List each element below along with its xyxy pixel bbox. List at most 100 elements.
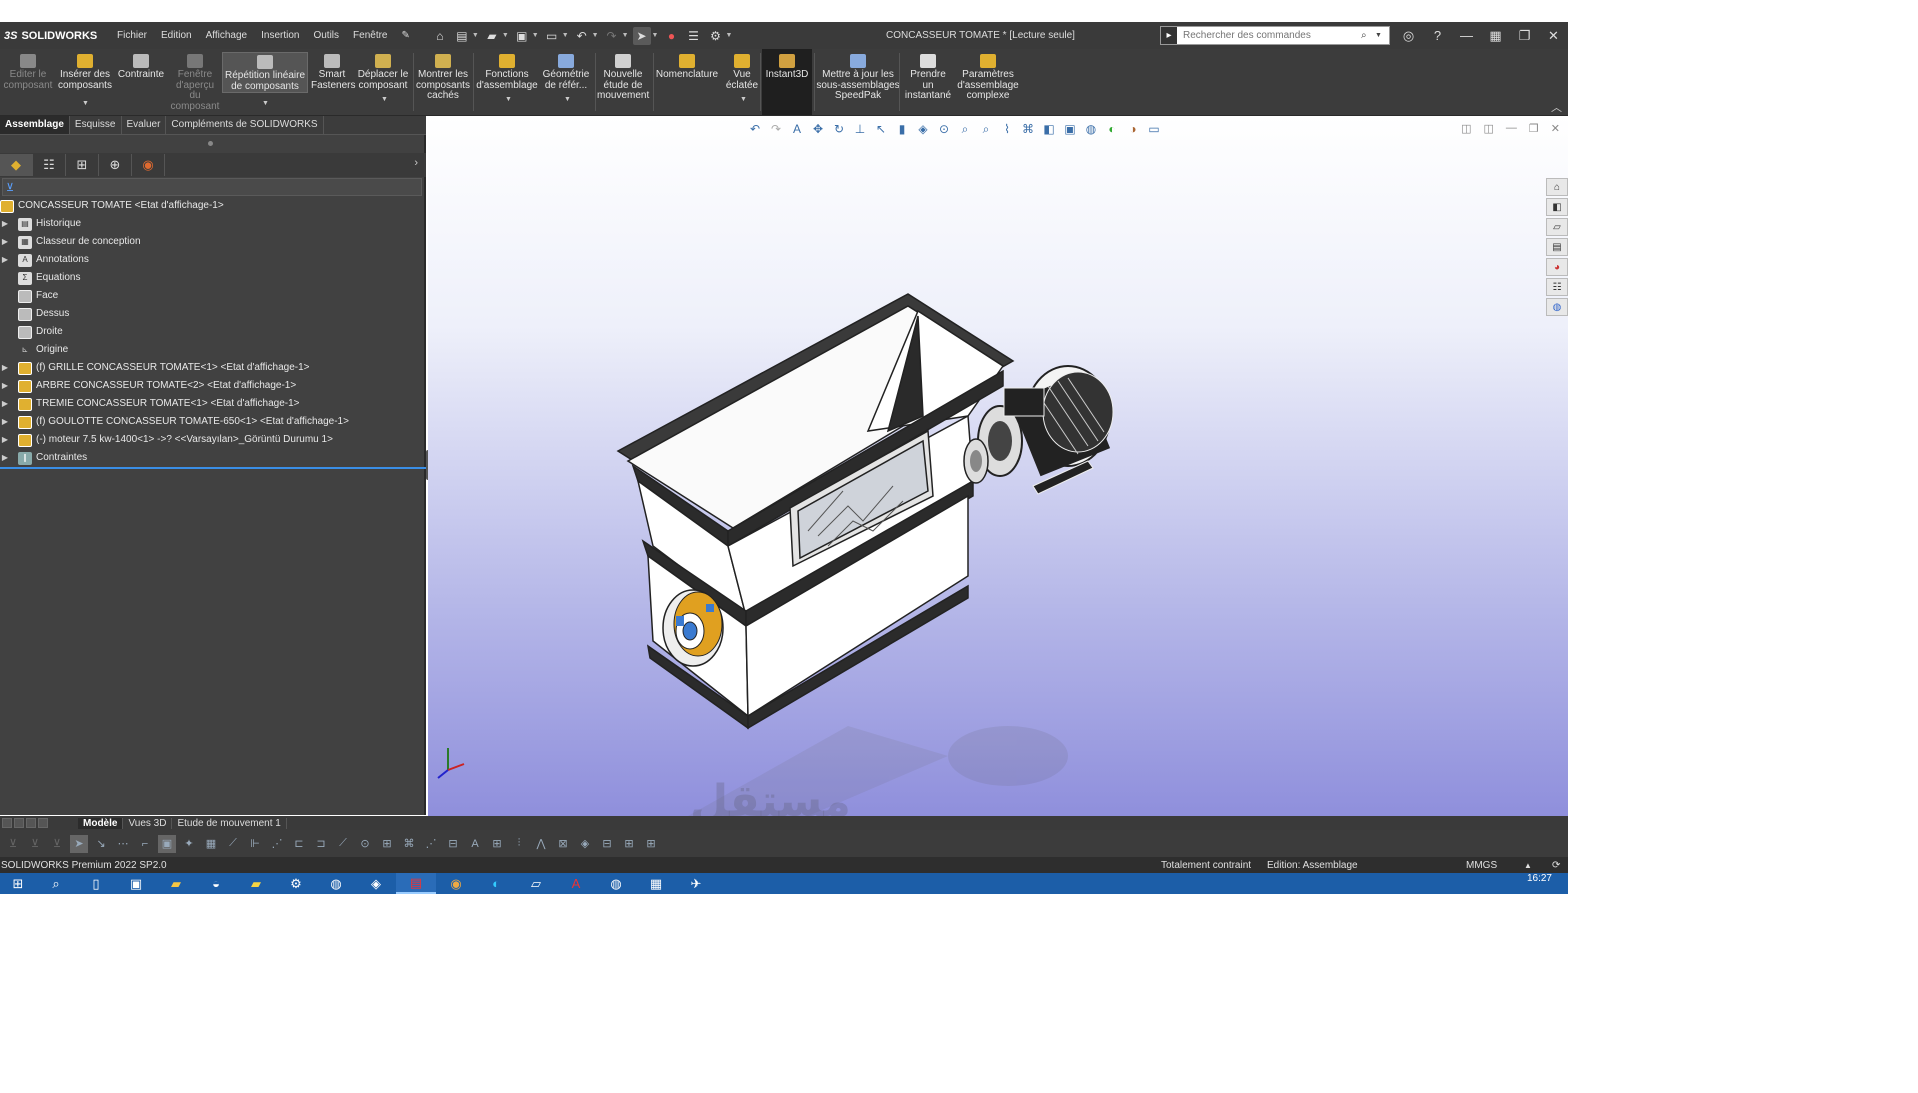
ribbon-button-5[interactable]: Répétition linéaire de composants: [222, 52, 308, 93]
gear-icon[interactable]: ⚙: [706, 27, 724, 45]
redo-icon[interactable]: ↷: [603, 27, 621, 45]
property-manager-tab-icon[interactable]: ☷: [33, 154, 66, 176]
chevron-down-icon[interactable]: ▼: [262, 100, 269, 107]
ribbon-button-10[interactable]: Géométrie de référ...: [540, 52, 592, 91]
next-tab-icon[interactable]: [26, 818, 36, 828]
ribbon-button-8[interactable]: Montrer les composants cachés: [413, 52, 473, 102]
chevron-down-icon[interactable]: ▼: [472, 32, 479, 39]
app-icon[interactable]: ✈: [676, 873, 716, 894]
chevron-down-icon[interactable]: ▼: [532, 32, 539, 39]
tree-item[interactable]: Face: [0, 287, 426, 305]
selection-tool-icon[interactable]: ▣: [158, 834, 176, 853]
selection-tool-icon[interactable]: ⟋: [334, 835, 352, 853]
selection-tool-icon[interactable]: ⫶: [510, 835, 528, 853]
rebuild-status-icon[interactable]: ⟳: [1552, 860, 1560, 871]
home-icon[interactable]: ⌂: [431, 27, 449, 45]
selection-tool-icon[interactable]: ⊏: [290, 835, 308, 853]
expand-arrow-icon[interactable]: ▶: [0, 431, 10, 449]
save-icon[interactable]: ▣: [513, 27, 531, 45]
task-view-icon[interactable]: ▯: [76, 873, 116, 894]
minimize-icon[interactable]: —: [1452, 28, 1481, 43]
tree-root[interactable]: CONCASSEUR TOMATE <Etat d'affichage-1>: [0, 197, 426, 215]
taskbar-clock[interactable]: 16:27: [1527, 874, 1552, 884]
chrome-icon[interactable]: ◉: [436, 873, 476, 894]
tree-item[interactable]: ▶ ▦ Classeur de conception: [0, 233, 426, 251]
ribbon-button-7[interactable]: Déplacer le composant: [356, 52, 410, 91]
tree-item[interactable]: ▶ ARBRE CONCASSEUR TOMATE<2> <Etat d'affi…: [0, 377, 426, 395]
tree-rollback-bar[interactable]: [0, 467, 426, 469]
selection-tool-icon[interactable]: ⊙: [356, 835, 374, 853]
menu-item[interactable]: Fenêtre: [346, 22, 394, 49]
search-icon[interactable]: ⌕: [36, 873, 76, 894]
selection-tool-icon[interactable]: ⊻: [4, 835, 22, 853]
selection-tool-icon[interactable]: A: [466, 835, 484, 853]
ribbon-button-3[interactable]: Contrainte: [115, 52, 167, 81]
status-units[interactable]: MMGS: [1466, 860, 1497, 871]
undo-icon[interactable]: ↶: [573, 27, 591, 45]
sticky-notes-icon[interactable]: ▰: [236, 873, 276, 894]
chevron-down-icon[interactable]: ▼: [592, 32, 599, 39]
panel-grip[interactable]: [208, 141, 213, 146]
dimxpert-tab-icon[interactable]: ⊕: [99, 154, 132, 176]
restore-icon[interactable]: ❐: [1510, 28, 1539, 44]
command-search[interactable]: ▸ ⌕ ▼: [1160, 26, 1390, 45]
selection-tool-icon[interactable]: ⊟: [598, 835, 616, 853]
selection-tool-icon[interactable]: ⋰: [268, 835, 286, 853]
app-icon[interactable]: ◍: [596, 873, 636, 894]
selection-tool-icon[interactable]: ⊩: [246, 835, 264, 853]
menu-item[interactable]: Fichier: [110, 22, 154, 49]
selection-tool-icon[interactable]: ⊠: [554, 835, 572, 853]
expand-arrow-icon[interactable]: ▶: [0, 413, 10, 431]
pin-icon[interactable]: ✎: [395, 22, 417, 49]
expand-arrow-icon[interactable]: ▶: [0, 449, 10, 467]
chevron-down-icon[interactable]: ▼: [725, 32, 732, 39]
solidworks-icon[interactable]: ▤: [396, 873, 436, 894]
tile-icon[interactable]: ▦: [1481, 28, 1510, 44]
selection-tool-icon[interactable]: ⌘: [400, 835, 418, 853]
search-input[interactable]: [1177, 30, 1361, 41]
traffic-light-icon[interactable]: ●: [662, 27, 680, 45]
app-logo[interactable]: 3S SOLIDWORKS: [0, 30, 110, 42]
selection-tool-icon[interactable]: ➤: [70, 834, 88, 853]
menu-item[interactable]: Outils: [306, 22, 346, 49]
selection-tool-icon[interactable]: ⊻: [26, 835, 44, 853]
file-properties-icon[interactable]: ☰: [684, 27, 702, 45]
app-icon[interactable]: ◍: [316, 873, 356, 894]
new-document-icon[interactable]: ▤: [453, 27, 471, 45]
chevron-down-icon[interactable]: ▼: [564, 96, 571, 103]
chevron-down-icon[interactable]: ▼: [622, 32, 629, 39]
ribbon-button-6[interactable]: Smart Fasteners: [311, 52, 355, 91]
selection-tool-icon[interactable]: ⊞: [488, 835, 506, 853]
crusher-assembly-model[interactable]: [428, 116, 1568, 816]
app-icon[interactable]: ◈: [356, 873, 396, 894]
graphics-area[interactable]: ↶ ↷ A ✥ ↻ ⊥ ↖ ▮ ◈ ⊙ ⌕ ⌕ ⌇ ⌘ ◧ ▣ ◍ ◐ ◑ ▭ …: [428, 116, 1568, 827]
tab-esquisse[interactable]: Esquisse: [70, 116, 122, 134]
expand-arrow-icon[interactable]: ▶: [0, 251, 10, 269]
tree-item[interactable]: ▶ (f) GRILLE CONCASSEUR TOMATE<1> <Etat d…: [0, 359, 426, 377]
tree-item[interactable]: ⊾ Origine: [0, 341, 426, 359]
tab-modele[interactable]: Modèle: [78, 817, 124, 829]
tree-filter[interactable]: ⊻: [2, 178, 422, 196]
select-arrow-icon[interactable]: ➤: [632, 26, 651, 45]
last-tab-icon[interactable]: [38, 818, 48, 828]
tab-complements[interactable]: Compléments de SOLIDWORKS: [166, 116, 324, 134]
configuration-manager-tab-icon[interactable]: ⊞: [66, 154, 99, 176]
chevron-up-icon[interactable]: ▲: [1524, 861, 1532, 870]
chevron-down-icon[interactable]: ▼: [1375, 32, 1389, 39]
chevron-down-icon[interactable]: ▼: [562, 32, 569, 39]
chevron-down-icon[interactable]: ▼: [502, 32, 509, 39]
chevron-down-icon[interactable]: ▼: [652, 32, 659, 39]
expand-arrow-icon[interactable]: ▶: [0, 215, 10, 233]
selection-tool-icon[interactable]: ⋯: [114, 835, 132, 853]
help-icon[interactable]: ?: [1423, 28, 1452, 43]
ribbon-button-11[interactable]: Nouvelle étude de mouvement: [597, 52, 649, 102]
acrobat-icon[interactable]: A: [556, 873, 596, 894]
menu-item[interactable]: Affichage: [199, 22, 255, 49]
ribbon-button-13[interactable]: Vue éclatée: [724, 52, 760, 91]
ribbon-button-4[interactable]: Fenêtre d'aperçu du composant: [168, 52, 222, 112]
selection-tool-icon[interactable]: ⊞: [642, 835, 660, 853]
tree-item[interactable]: Dessus: [0, 305, 426, 323]
selection-tool-icon[interactable]: ⊞: [378, 835, 396, 853]
ribbon-button-16[interactable]: Prendre un instantané: [902, 52, 954, 102]
selection-tool-icon[interactable]: ⊞: [620, 835, 638, 853]
